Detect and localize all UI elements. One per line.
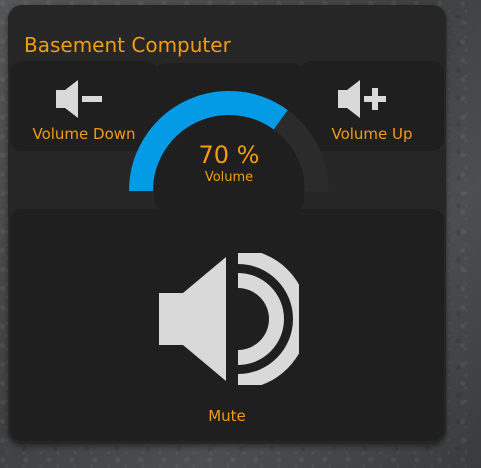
volume-up-icon [338, 80, 386, 118]
volume-gauge: 70 % Volume [129, 63, 329, 211]
mute-label: Mute [208, 407, 246, 425]
speaker-icon [159, 253, 299, 385]
mute-button[interactable]: Mute [10, 209, 444, 441]
volume-down-icon [56, 80, 102, 118]
gauge-label: Volume [204, 170, 254, 185]
media-player-card: Basement Computer Volume Down Volume Up [8, 5, 446, 444]
gauge-value: 70 % [198, 141, 260, 169]
